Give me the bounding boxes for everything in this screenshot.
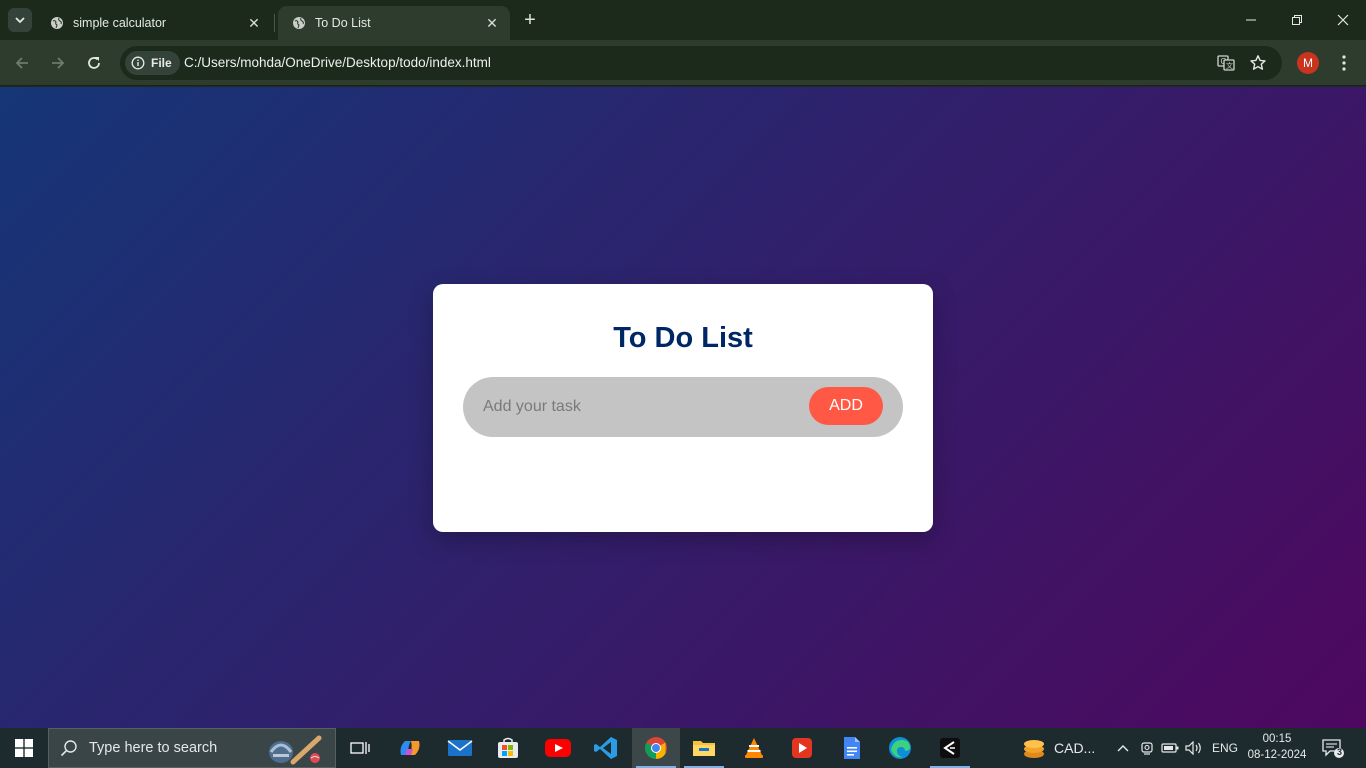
info-icon xyxy=(131,56,145,70)
edge-icon xyxy=(889,737,911,759)
camera-icon xyxy=(1141,742,1153,755)
app-icon xyxy=(940,738,960,758)
chrome-icon xyxy=(645,737,667,759)
mail-button[interactable] xyxy=(436,728,484,768)
language-indicator[interactable]: ENG xyxy=(1212,741,1238,755)
site-chip-label: File xyxy=(151,56,172,70)
coins-icon xyxy=(1024,740,1044,758)
windows-logo-icon xyxy=(15,739,33,757)
battery-icon xyxy=(1161,743,1179,753)
clock-date: 08-12-2024 xyxy=(1247,749,1307,761)
clock[interactable]: 00:15 08-12-2024 xyxy=(1244,731,1310,763)
restore-icon xyxy=(1292,15,1302,25)
chevron-up-icon xyxy=(1117,745,1129,752)
page-viewport: To Do List ADD xyxy=(0,87,1366,728)
copilot-icon xyxy=(400,741,420,755)
copilot-button[interactable] xyxy=(386,728,434,768)
microsoft-store-button[interactable] xyxy=(484,728,532,768)
camera-tray-button[interactable] xyxy=(1136,728,1158,768)
task-view-icon xyxy=(350,742,370,754)
vscode-icon xyxy=(594,737,617,759)
vscode-button[interactable] xyxy=(582,728,630,768)
task-input[interactable] xyxy=(483,377,803,437)
google-docs-button[interactable] xyxy=(828,728,876,768)
search-placeholder: Type here to search xyxy=(89,740,218,756)
browser-toolbar: File C:/Users/mohda/OneDrive/Desktop/tod… xyxy=(0,40,1366,86)
show-hidden-icons-button[interactable] xyxy=(1111,728,1135,768)
slides-app-button[interactable] xyxy=(778,728,826,768)
notification-count: 3 xyxy=(1336,747,1342,757)
browser-menu-button[interactable] xyxy=(1334,52,1354,74)
translate-button[interactable]: G文 xyxy=(1216,53,1236,73)
reload-icon xyxy=(88,57,100,69)
arrow-right-icon xyxy=(52,57,65,69)
forward-button[interactable] xyxy=(46,51,70,75)
speaker-icon xyxy=(1185,741,1201,755)
vlc-icon xyxy=(745,738,763,758)
browser-tab-strip: simple calculator ✕ To Do List ✕ + xyxy=(0,0,1366,40)
search-icon xyxy=(49,739,89,757)
task-input-row: ADD xyxy=(463,377,903,437)
close-icon[interactable]: ✕ xyxy=(484,15,500,31)
globe-icon xyxy=(293,17,305,29)
battery-tray-button[interactable] xyxy=(1158,728,1182,768)
chrome-button[interactable] xyxy=(632,728,680,768)
star-icon xyxy=(1250,55,1266,70)
mail-icon xyxy=(447,740,473,756)
cursor-app-button[interactable] xyxy=(926,728,974,768)
more-vert-icon xyxy=(1342,55,1346,71)
close-icon xyxy=(1337,14,1349,26)
chevron-down-icon xyxy=(15,17,25,24)
tab-search-button[interactable] xyxy=(8,8,32,32)
page-title: To Do List xyxy=(613,322,753,354)
close-window-button[interactable] xyxy=(1320,0,1366,40)
bookmark-button[interactable] xyxy=(1248,53,1268,73)
tab-divider xyxy=(274,14,275,32)
site-info-chip[interactable]: File xyxy=(125,51,180,75)
minimize-button[interactable] xyxy=(1228,0,1274,40)
clock-time: 00:15 xyxy=(1262,733,1292,745)
address-bar[interactable]: File C:/Users/mohda/OneDrive/Desktop/tod… xyxy=(120,46,1282,80)
folder-icon xyxy=(693,741,715,756)
taskbar-search-box[interactable]: Type here to search xyxy=(48,728,336,768)
store-icon xyxy=(498,737,518,758)
youtube-button[interactable] xyxy=(534,728,582,768)
restore-button[interactable] xyxy=(1274,0,1320,40)
new-tab-button[interactable]: + xyxy=(520,10,540,30)
windows-taskbar: Type here to search CAD... ENG 00:15 08-… xyxy=(0,728,1366,768)
translate-icon: G文 xyxy=(1217,55,1235,71)
presentation-icon xyxy=(792,738,812,758)
notification-center-button[interactable]: 3 xyxy=(1322,738,1344,758)
minimize-icon xyxy=(1246,19,1256,21)
youtube-icon xyxy=(545,739,571,757)
profile-avatar[interactable]: M xyxy=(1297,52,1319,74)
arrow-left-icon xyxy=(15,57,28,69)
tab-simple-calculator[interactable]: simple calculator ✕ xyxy=(36,6,272,40)
globe-icon xyxy=(51,17,63,29)
edge-button[interactable] xyxy=(876,728,924,768)
svg-text:文: 文 xyxy=(1226,61,1233,70)
tab-title: simple calculator xyxy=(73,16,167,30)
tab-to-do-list[interactable]: To Do List ✕ xyxy=(278,6,510,40)
file-explorer-button[interactable] xyxy=(680,728,728,768)
tab-title: To Do List xyxy=(315,16,371,30)
start-button[interactable] xyxy=(0,728,48,768)
task-view-button[interactable] xyxy=(336,728,384,768)
docs-icon xyxy=(844,737,860,759)
vlc-button[interactable] xyxy=(730,728,778,768)
volume-tray-button[interactable] xyxy=(1182,728,1206,768)
url-text[interactable]: C:/Users/mohda/OneDrive/Desktop/todo/ind… xyxy=(184,55,491,70)
cricket-highlight-icon xyxy=(269,735,322,765)
reload-button[interactable] xyxy=(82,51,106,75)
todo-card: To Do List ADD xyxy=(433,284,933,532)
currency-widget-label[interactable]: CAD... xyxy=(1054,740,1095,756)
currency-widget-button[interactable] xyxy=(1010,728,1058,768)
add-task-button[interactable]: ADD xyxy=(809,387,883,425)
back-button[interactable] xyxy=(10,51,34,75)
close-icon[interactable]: ✕ xyxy=(246,15,262,31)
